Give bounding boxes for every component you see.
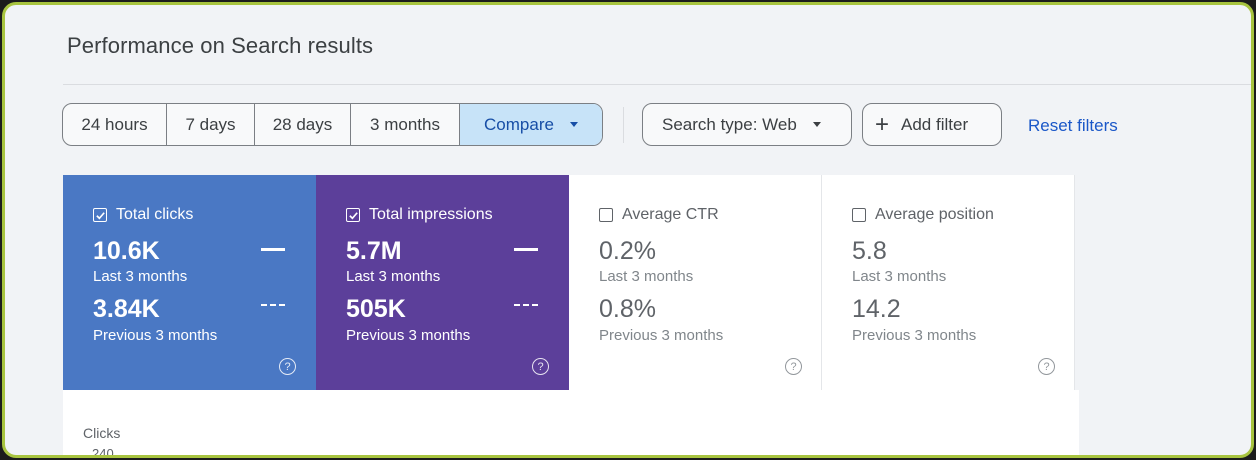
range-label: 7 days — [185, 114, 236, 134]
range-label: 3 months — [370, 114, 440, 134]
metric-current-period: Last 3 months — [93, 268, 188, 285]
dashed-line-legend-icon — [514, 304, 538, 306]
metric-header: Average CTR — [599, 206, 719, 224]
metric-header: Total impressions — [346, 206, 493, 224]
range-3-months[interactable]: 3 months — [351, 104, 460, 145]
metric-previous-period: Previous 3 months — [346, 327, 471, 344]
range-label: 28 days — [272, 114, 333, 134]
solid-line-legend-icon — [261, 248, 285, 251]
help-circle-icon[interactable]: ? — [785, 358, 802, 375]
metric-previous-value: 505K — [346, 295, 406, 323]
check-icon[interactable] — [93, 208, 107, 222]
metric-label: Average position — [875, 206, 994, 223]
help-circle-icon[interactable]: ? — [532, 358, 549, 375]
range-28-days[interactable]: 28 days — [255, 104, 351, 145]
metric-current-value: 10.6K — [93, 237, 160, 265]
performance-chart: Clicks 240 — [63, 390, 1079, 458]
metric-current-value: 0.2% — [599, 237, 656, 265]
metric-previous-period: Previous 3 months — [852, 327, 977, 344]
page-title: Performance on Search results — [67, 33, 374, 58]
metric-header: Total clicks — [93, 206, 193, 224]
add-filter-label: Add filter — [901, 114, 969, 134]
checkbox-empty-icon[interactable] — [599, 208, 613, 222]
metric-card-average-position[interactable]: Average position 5.8 Last 3 months 14.2 … — [822, 175, 1075, 390]
metric-current-period: Last 3 months — [346, 268, 441, 285]
metric-previous-value: 14.2 — [852, 295, 901, 323]
range-7-days[interactable]: 7 days — [167, 104, 255, 145]
metric-previous-period: Previous 3 months — [93, 327, 218, 344]
search-type-label: Search type: Web — [662, 114, 797, 134]
range-24-hours[interactable]: 24 hours — [63, 104, 167, 145]
metric-current-period: Last 3 months — [599, 268, 694, 285]
chevron-down-icon — [812, 122, 821, 127]
range-label: Compare — [484, 114, 554, 134]
metric-previous-period: Previous 3 months — [599, 327, 724, 344]
metric-cards: Total clicks 10.6K Last 3 months 3.84K P… — [63, 175, 1075, 390]
range-label: 24 hours — [81, 114, 148, 134]
chevron-down-icon — [569, 122, 578, 127]
compare-dropdown[interactable]: Compare — [460, 104, 602, 145]
metric-label: Average CTR — [622, 206, 719, 223]
chart-y-tick: 240 — [92, 446, 114, 458]
chart-y-axis-label: Clicks — [83, 425, 121, 441]
toolbar-separator — [623, 107, 624, 143]
metric-card-total-clicks[interactable]: Total clicks 10.6K Last 3 months 3.84K P… — [63, 175, 316, 390]
metric-header: Average position — [852, 206, 994, 224]
plus-icon: + — [875, 110, 890, 138]
add-filter-button[interactable]: + Add filter — [862, 103, 1002, 146]
help-circle-icon[interactable]: ? — [1038, 358, 1055, 375]
metric-previous-value: 3.84K — [93, 295, 160, 323]
date-range-selector: 24 hours 7 days 28 days 3 months Compare — [62, 103, 603, 146]
metric-card-average-ctr[interactable]: Average CTR 0.2% Last 3 months 0.8% Prev… — [569, 175, 822, 390]
reset-filters-link[interactable]: Reset filters — [1028, 116, 1118, 136]
metric-card-total-impressions[interactable]: Total impressions 5.7M Last 3 months 505… — [316, 175, 569, 390]
check-icon[interactable] — [346, 208, 360, 222]
metric-current-value: 5.7M — [346, 237, 402, 265]
metric-label: Total clicks — [116, 206, 194, 223]
dashed-line-legend-icon — [261, 304, 285, 306]
search-type-dropdown[interactable]: Search type: Web — [642, 103, 852, 146]
title-divider — [63, 84, 1251, 85]
metric-current-period: Last 3 months — [852, 268, 947, 285]
solid-line-legend-icon — [514, 248, 538, 251]
metric-label: Total impressions — [369, 206, 493, 223]
checkbox-empty-icon[interactable] — [852, 208, 866, 222]
help-circle-icon[interactable]: ? — [279, 358, 296, 375]
performance-panel: Performance on Search results 24 hours 7… — [2, 2, 1254, 458]
metric-current-value: 5.8 — [852, 237, 887, 265]
metric-previous-value: 0.8% — [599, 295, 656, 323]
